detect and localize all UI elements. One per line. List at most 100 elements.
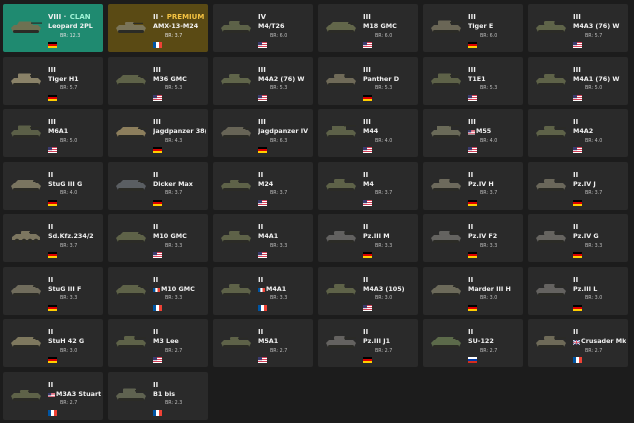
battle-rating: BR: 2.7 xyxy=(60,401,78,406)
battle-rating-row: BR: 3.7 xyxy=(468,190,521,206)
nation-flag-icon xyxy=(258,286,265,293)
vehicle-card[interactable]: II M5A1 BR: 2.7 xyxy=(213,319,313,367)
vehicle-card[interactable]: III M18 GMC BR: 6.0 xyxy=(318,4,418,52)
vehicle-card[interactable]: II B1 bis BR: 2.3 xyxy=(108,371,208,420)
vehicle-card[interactable]: IICrusader Mk.II BR: 2.7 xyxy=(528,319,628,367)
tank-silhouette-icon xyxy=(429,18,463,35)
vehicle-card[interactable]: III M55 BR: 4.0 xyxy=(423,109,523,157)
vehicle-info: III M4A2 (76) W BR: 5.3 xyxy=(258,66,311,101)
vehicle-card[interactable]: II M4A1 BR: 3.3 xyxy=(213,214,313,262)
battle-rating-row: BR: 6.0 xyxy=(258,32,311,48)
tank-silhouette-icon xyxy=(429,228,463,245)
vehicle-card[interactable]: II M4A1 BR: 3.3 xyxy=(213,266,313,315)
vehicle-grid: VIII · CLAN Leopard 2PL BR: 12.3 II · PREM… xyxy=(3,4,628,420)
battle-rating-row: BR: 3.3 xyxy=(573,242,626,258)
battle-rating-row: BR: 4.3 xyxy=(153,137,206,153)
nation-flag-icon xyxy=(153,401,162,416)
vehicle-card[interactable]: II M24 BR: 3.7 xyxy=(213,161,313,210)
vehicle-card[interactable]: III M36 GMC BR: 5.3 xyxy=(108,56,208,105)
tier-numeral: III xyxy=(468,13,476,21)
vehicle-card[interactable]: II Dicker Max BR: 3.7 xyxy=(108,161,208,210)
vehicle-card[interactable]: II M10 GMC BR: 3.3 xyxy=(108,214,208,262)
battle-rating-row: BR: 6.0 xyxy=(468,32,521,48)
battle-rating: BR: 3.7 xyxy=(375,191,393,196)
vehicle-tier: II xyxy=(363,276,416,285)
vehicle-card[interactable]: III Jagdpanzer IV BR: 6.3 xyxy=(213,109,313,157)
tier-numeral: II xyxy=(258,275,264,284)
battle-rating: BR: 3.7 xyxy=(60,243,78,249)
vehicle-card[interactable]: III M4A1 (76) W BR: 5.0 xyxy=(528,56,628,105)
vehicle-card[interactable]: II M10 GMC BR: 3.3 xyxy=(108,266,208,315)
vehicle-name-text: SU-122 xyxy=(468,337,494,345)
vehicle-name-text: M3 Lee xyxy=(153,337,179,345)
vehicle-name-text: M3A3 Stuart xyxy=(56,389,101,398)
tank-silhouette-icon xyxy=(324,281,358,298)
nation-flag-icon xyxy=(258,191,267,206)
vehicle-card[interactable]: VIII · CLAN Leopard 2PL BR: 12.3 xyxy=(3,4,103,52)
vehicle-card[interactable]: II Pz.III J1 BR: 2.7 xyxy=(318,319,418,367)
vehicle-name: Pz.IV H xyxy=(468,180,521,189)
vehicle-card[interactable]: II StuG III F BR: 3.3 xyxy=(3,266,103,315)
vehicle-card[interactable]: III M4A2 (76) W BR: 5.3 xyxy=(213,56,313,105)
vehicle-card[interactable]: II Pz.IV F2 BR: 3.3 xyxy=(423,214,523,262)
tank-silhouette-icon xyxy=(219,71,253,88)
vehicle-card[interactable]: III M4A3 (76) W BR: 5.7 xyxy=(528,4,628,52)
tier-numeral: II xyxy=(468,170,474,179)
vehicle-card[interactable]: II StuH 42 G BR: 3.0 xyxy=(3,319,103,367)
vehicle-card[interactable]: II M3 Lee BR: 2.7 xyxy=(108,319,208,367)
vehicle-name-text: Marder III H xyxy=(468,284,511,293)
battle-rating-row: BR: 3.3 xyxy=(258,242,311,258)
vehicle-card[interactable]: II Pz.III L BR: 3.0 xyxy=(528,266,628,315)
vehicle-info: II M4A2 BR: 4.0 xyxy=(573,118,626,153)
tier-numeral: III xyxy=(363,13,371,21)
battle-rating-row: BR: 2.7 xyxy=(468,347,521,363)
vehicle-name: StuH 42 G xyxy=(48,337,101,346)
vehicle-card[interactable]: II M4A3 (105) BR: 3.0 xyxy=(318,266,418,315)
vehicle-card[interactable]: III Tiger E BR: 6.0 xyxy=(423,4,523,52)
vehicle-card[interactable]: III M6A1 BR: 5.0 xyxy=(3,109,103,157)
vehicle-name-text: M6A1 xyxy=(48,127,69,135)
vehicle-card[interactable]: II Pz.IV H BR: 3.7 xyxy=(423,161,523,210)
vehicle-tier: II xyxy=(363,223,416,232)
vehicle-name-text: Pz.III M xyxy=(363,232,390,240)
vehicle-card[interactable]: II M4 BR: 3.7 xyxy=(318,161,418,210)
vehicle-card[interactable]: II M3A3 Stuart BR: 2.7 xyxy=(3,371,103,420)
vehicle-card[interactable]: III T1E1 BR: 5.3 xyxy=(423,56,523,105)
vehicle-tier: III xyxy=(573,66,626,75)
vehicle-card[interactable]: III M44 BR: 4.0 xyxy=(318,109,418,157)
vehicle-tier: II xyxy=(48,171,101,180)
vehicle-card[interactable]: II Marder III H BR: 3.0 xyxy=(423,266,523,315)
vehicle-card[interactable]: II · PREMIUM AMX-13-M24 BR: 3.7 xyxy=(108,4,208,52)
vehicle-tier: II xyxy=(573,328,626,337)
vehicle-card[interactable]: II SU-122 BR: 2.7 xyxy=(423,319,523,367)
vehicle-card[interactable]: III Panther D BR: 5.3 xyxy=(318,56,418,105)
vehicle-card[interactable]: II Pz.III M BR: 3.3 xyxy=(318,214,418,262)
vehicle-card[interactable]: II Sd.Kfz.234/2 BR: 3.7 xyxy=(3,214,103,262)
tank-silhouette-icon xyxy=(534,123,568,140)
tank-silhouette-icon xyxy=(324,228,358,245)
battle-rating-row: BR: 3.0 xyxy=(573,295,626,311)
vehicle-tier: III xyxy=(468,13,521,22)
vehicle-name: T1E1 xyxy=(468,75,521,84)
nation-flag-icon xyxy=(468,243,477,258)
vehicle-tier: III xyxy=(363,118,416,127)
vehicle-card[interactable]: IIIJagdpanzer 38(t) BR: 4.3 xyxy=(108,109,208,157)
battle-rating: BR: 4.0 xyxy=(585,138,603,144)
vehicle-info: II M10 GMC BR: 3.3 xyxy=(153,275,206,311)
vehicle-name: M36 GMC xyxy=(153,75,206,84)
vehicle-card[interactable]: II StuG III G BR: 4.0 xyxy=(3,161,103,210)
vehicle-name-text: M4 xyxy=(363,179,374,188)
vehicle-card[interactable]: II Pz.IV G BR: 3.3 xyxy=(528,214,628,262)
battle-rating: BR: 5.3 xyxy=(375,86,393,91)
vehicle-name: Leopard 2PL xyxy=(48,22,101,31)
nation-flag-icon xyxy=(363,138,372,153)
vehicle-info: II StuG III F BR: 3.3 xyxy=(48,276,101,311)
battle-rating-row: BR: 12.3 xyxy=(48,32,101,48)
vehicle-card[interactable]: II M4A2 BR: 4.0 xyxy=(528,109,628,157)
vehicle-card[interactable]: II Pz.IV J BR: 3.7 xyxy=(528,161,628,210)
nation-flag-icon xyxy=(573,138,582,153)
vehicle-card[interactable]: III Tiger H1 BR: 5.7 xyxy=(3,56,103,105)
tier-numeral: II xyxy=(153,275,159,284)
vehicle-card[interactable]: IV M4/T26 BR: 6.0 xyxy=(213,4,313,52)
vehicle-tier: II xyxy=(48,381,101,390)
